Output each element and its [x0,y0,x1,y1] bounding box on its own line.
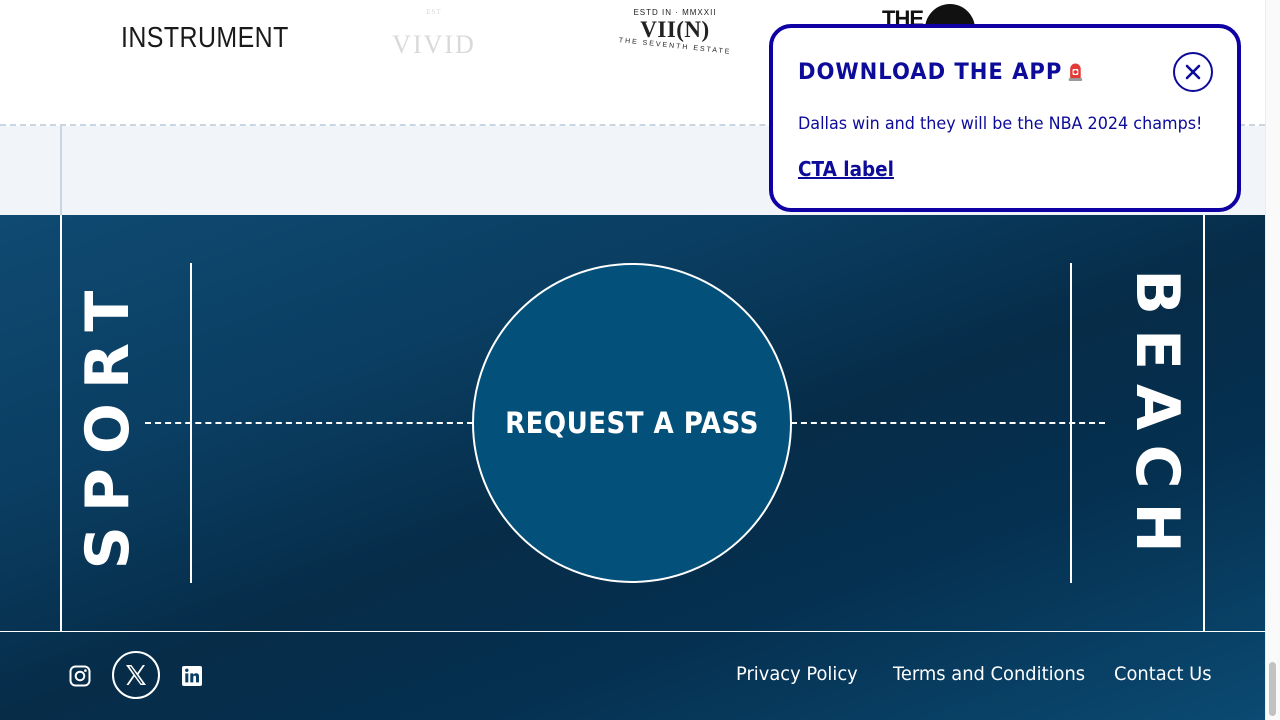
scrollbar-track[interactable] [1265,0,1280,720]
seventh-estate-estd: ESTD IN · MMXXII [633,8,717,17]
instagram-link[interactable] [66,662,94,690]
linkedin-link[interactable] [178,662,206,690]
request-pass-label: REQUEST A PASS [505,406,759,440]
center-line-right [791,422,1105,424]
close-icon [1185,64,1201,80]
faded-partner-logo: EST VIVID [388,8,480,78]
popup-message: Dallas win and they will be the NBA 2024… [798,114,1203,134]
court-baseline [0,631,1265,632]
instagram-icon [69,665,91,687]
siren-icon [1069,63,1083,81]
request-pass-button[interactable]: REQUEST A PASS [472,263,792,583]
sport-wordmark: SPORT [73,276,143,570]
terms-link[interactable]: Terms and Conditions [893,663,1085,685]
contact-us-link[interactable]: Contact Us [1114,663,1212,685]
popup-title-text: DOWNLOAD THE APP [798,60,1063,85]
x-twitter-link[interactable] [112,651,160,699]
popup-close-button[interactable] [1173,52,1213,92]
court-boundary-left-upper [60,126,62,215]
court-boundary-left [60,215,62,631]
privacy-policy-link[interactable]: Privacy Policy [736,663,858,685]
center-line-left [145,422,473,424]
scrollbar-thumb[interactable] [1269,662,1276,716]
popup-cta-link[interactable]: CTA label [798,157,894,181]
linkedin-icon [182,666,202,686]
faded-logo-small-text: EST [426,8,442,16]
popup-title: DOWNLOAD THE APP [798,60,1083,85]
seventh-estate-logo: ESTD IN · MMXXII VII(N) THE SEVENTH ESTA… [612,4,738,84]
beach-wordmark: BEACH [1122,269,1192,567]
instrument-logo: INSTRUMENT [121,22,289,54]
download-app-popup: DOWNLOAD THE APP Dallas win and they wil… [769,24,1241,212]
court-boundary-right [1203,215,1205,631]
faded-logo-text: VIVID [392,30,476,59]
court-section: SPORT BEACH REQUEST A PASS Privacy Polic… [0,215,1265,720]
x-icon [126,665,146,685]
